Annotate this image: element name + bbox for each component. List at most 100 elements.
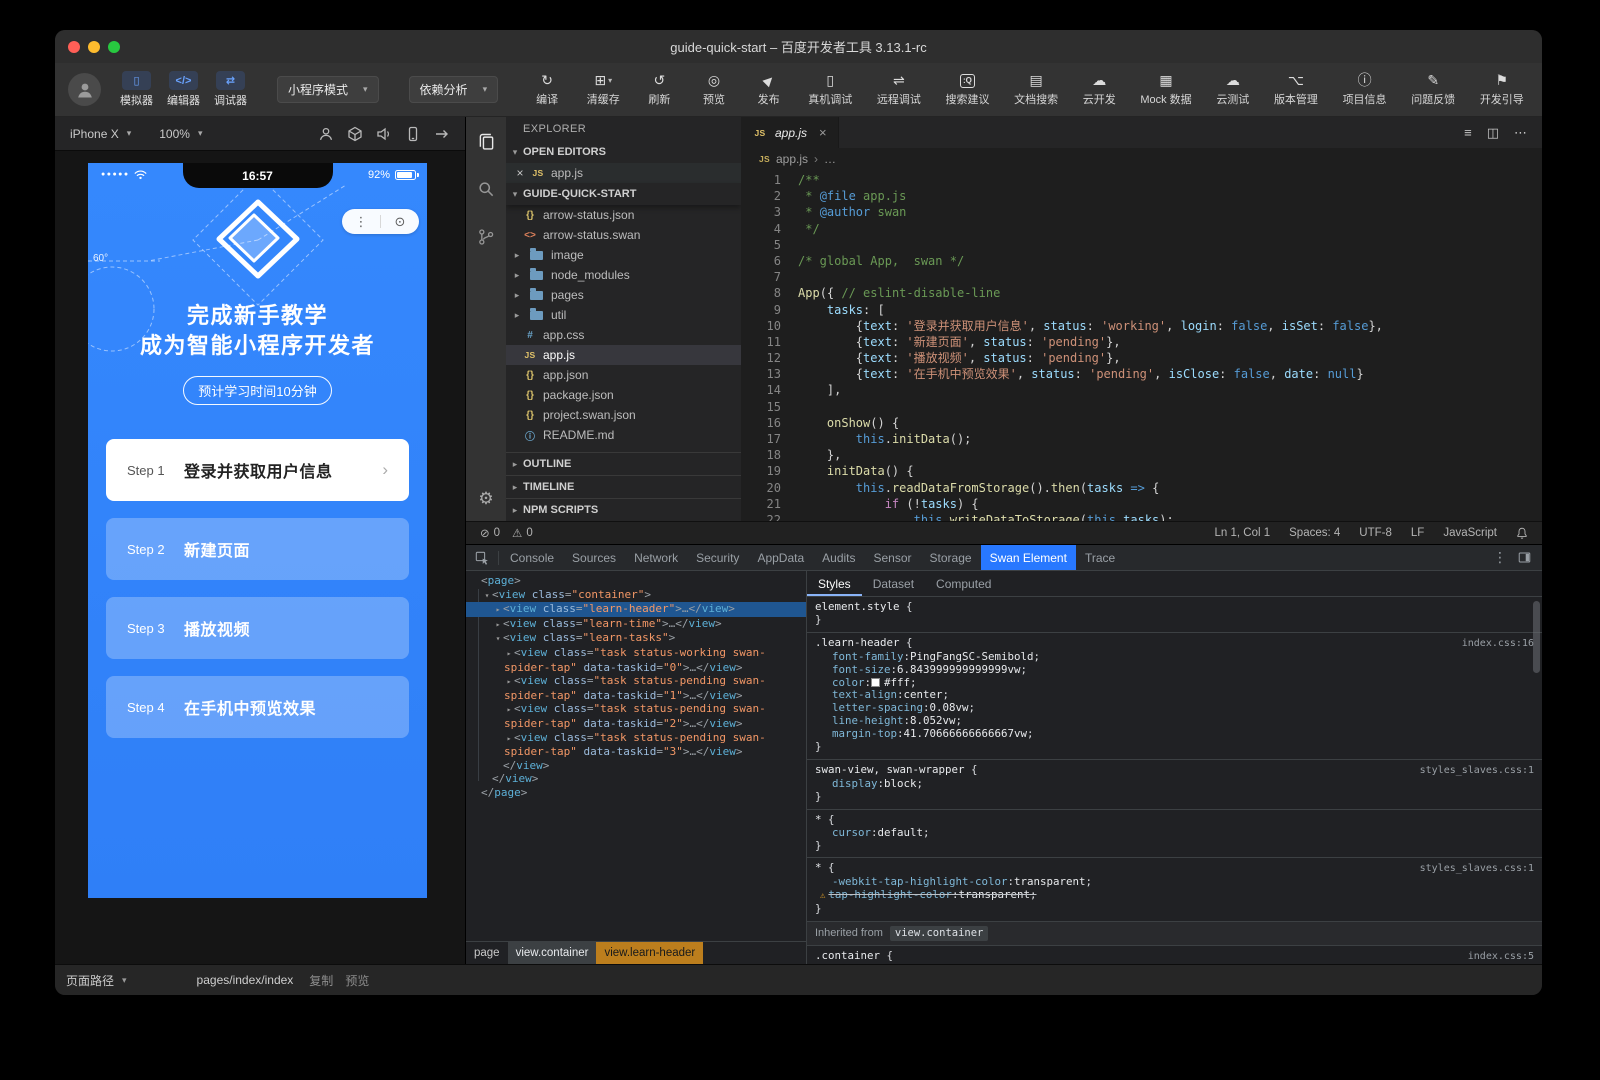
toolbar-action-remote-debug[interactable]: ⇌远程调试 xyxy=(877,72,921,107)
stylesheet-link[interactable]: styles_slaves.css:1 xyxy=(1410,765,1534,778)
dom-tree-row[interactable]: ▸<view class="task status-pending swan-s… xyxy=(466,674,806,702)
capsule-close-button[interactable]: ⊙ xyxy=(381,215,419,228)
file-item-app-json[interactable]: {}app.json xyxy=(506,365,741,385)
toggle-editor[interactable]: </>编辑器 xyxy=(167,71,200,108)
step-card-1[interactable]: Step 1登录并获取用户信息› xyxy=(106,439,409,501)
close-window-button[interactable] xyxy=(68,41,80,53)
devtools-tab-network[interactable]: Network xyxy=(625,545,687,570)
folder-item-node-modules[interactable]: ▸node_modules xyxy=(506,265,741,285)
device-select[interactable]: iPhone X ▾ xyxy=(70,127,131,141)
dom-tree-row[interactable]: ▸<view class="task status-pending swan-s… xyxy=(466,702,806,730)
problems-errors[interactable]: ⊘ 0 xyxy=(480,526,500,540)
css-property-row[interactable]: cursor:default; xyxy=(815,827,1534,840)
problems-warnings[interactable]: ⚠ 0 xyxy=(512,526,533,540)
dom-tree-row[interactable]: ▾<view class="learn-tasks"> xyxy=(466,631,806,646)
minimize-window-button[interactable] xyxy=(88,41,100,53)
file-item-readme-md[interactable]: ⓘREADME.md xyxy=(506,425,741,445)
devtools-tab-console[interactable]: Console xyxy=(501,545,563,570)
devtools-tab-security[interactable]: Security xyxy=(687,545,748,570)
toolbar-action-cloud-dev[interactable]: ☁云开发 xyxy=(1083,72,1116,107)
toolbar-action-feedback[interactable]: ✎问题反馈 xyxy=(1411,72,1455,107)
toolbar-action-cache[interactable]: ⊞▾清缓存 xyxy=(587,72,620,107)
css-property-row[interactable]: font-size:6.843999999999999vw; xyxy=(815,664,1534,677)
sidebar-section-outline[interactable]: ▸OUTLINE xyxy=(506,452,741,475)
toolbar-dropdown-1[interactable]: 依赖分析▾ xyxy=(409,76,499,103)
split-editor-icon[interactable]: ◫ xyxy=(1487,125,1499,141)
css-selector[interactable]: * { xyxy=(815,862,835,875)
toolbar-action-cloud-test[interactable]: ☁云测试 xyxy=(1216,72,1249,107)
toolbar-action-device-debug[interactable]: ▯真机调试 xyxy=(808,72,852,107)
elements-breadcrumb-item[interactable]: page xyxy=(466,942,508,964)
sidebar-section-timeline[interactable]: ▸TIMELINE xyxy=(506,475,741,498)
file-item-app-js[interactable]: JSapp.js xyxy=(506,345,741,365)
open-arrow-icon[interactable] xyxy=(434,126,450,142)
css-property-row[interactable]: ⚠tap-highlight-color:transparent; xyxy=(815,889,1534,903)
dom-tree-row[interactable]: </view> xyxy=(466,772,806,786)
step-card-3[interactable]: Step 3播放视频 xyxy=(106,597,409,659)
file-item-package-json[interactable]: {}package.json xyxy=(506,385,741,405)
kebab-menu-icon[interactable]: ⋮ xyxy=(1493,549,1507,566)
editor-tab-appjs[interactable]: JS app.js × xyxy=(741,117,839,148)
toolbar-action-publish[interactable]: ▶发布 xyxy=(754,72,784,107)
close-icon[interactable]: × xyxy=(515,166,525,180)
devtools-tab-sources[interactable]: Sources xyxy=(563,545,625,570)
dom-tree-row[interactable]: ▸<view class="learn-time">…</view> xyxy=(466,617,806,632)
file-item-app-css[interactable]: #app.css xyxy=(506,325,741,345)
close-icon[interactable]: × xyxy=(819,125,827,140)
scrollbar-thumb[interactable] xyxy=(1533,601,1540,673)
devtools-tab-trace[interactable]: Trace xyxy=(1076,545,1124,570)
dom-tree-row[interactable]: ▸<view class="task status-working swan-s… xyxy=(466,646,806,674)
css-property-row[interactable]: display:block; xyxy=(815,778,1534,791)
layout-icon[interactable]: ≡ xyxy=(1464,125,1472,140)
css-selector[interactable]: element.style { xyxy=(815,601,913,614)
css-selector[interactable]: .container { xyxy=(815,950,893,963)
sidebar-section-npm-scripts[interactable]: ▸NPM SCRIPTS xyxy=(506,498,741,521)
editor-breadcrumb[interactable]: JS app.js › … xyxy=(741,148,1542,170)
user-avatar[interactable] xyxy=(68,73,101,106)
dom-tree-row[interactable]: ▸<view class="task status-pending swan-s… xyxy=(466,731,806,759)
toolbar-action-mock-data[interactable]: ▦Mock 数据 xyxy=(1140,72,1191,107)
css-property-row[interactable]: margin-top:41.70666666666667vw; xyxy=(815,728,1534,741)
folder-item-util[interactable]: ▸util xyxy=(506,305,741,325)
sound-icon[interactable] xyxy=(376,126,392,142)
inherited-from-node[interactable]: view.container xyxy=(890,926,989,941)
file-item-arrow-status-json[interactable]: {}arrow-status.json xyxy=(506,205,741,225)
copy-path-button[interactable]: 复制 xyxy=(309,972,333,989)
device-icon[interactable] xyxy=(405,126,421,142)
cube-icon[interactable] xyxy=(347,126,363,142)
page-path-label[interactable]: 页面路径 xyxy=(66,972,114,989)
styles-tab-dataset[interactable]: Dataset xyxy=(862,571,925,596)
chevron-down-icon[interactable]: ▾ xyxy=(122,975,127,986)
encoding-setting[interactable]: UTF-8 xyxy=(1359,527,1392,539)
elements-breadcrumb-item[interactable]: view.learn-header xyxy=(596,942,703,964)
open-editors-header[interactable]: ▾ OPEN EDITORS xyxy=(506,141,741,163)
open-editor-item[interactable]: × JS app.js xyxy=(506,163,741,183)
more-actions-icon[interactable]: ⋯ xyxy=(1514,125,1527,141)
account-icon[interactable] xyxy=(318,126,334,142)
code-editor[interactable]: 12345678910111213141516171819202122 /** … xyxy=(741,170,1542,521)
eol-setting[interactable]: LF xyxy=(1411,527,1424,539)
css-selector[interactable]: swan-view, swan-wrapper { xyxy=(815,764,978,777)
explorer-activity-icon[interactable] xyxy=(474,129,498,153)
toolbar-action-refresh[interactable]: ↺刷新 xyxy=(644,72,674,107)
stylesheet-link[interactable]: index.css:5 xyxy=(1458,951,1534,964)
toggle-simulator[interactable]: ▯模拟器 xyxy=(120,71,153,108)
dom-tree-row[interactable]: ▸<view class="learn-header">…</view> xyxy=(466,602,806,617)
devtools-tab-audits[interactable]: Audits xyxy=(813,545,864,570)
toolbar-action-doc-search[interactable]: ▤文档搜索 xyxy=(1014,72,1058,107)
cursor-position[interactable]: Ln 1, Col 1 xyxy=(1215,527,1271,539)
step-card-2[interactable]: Step 2新建页面 xyxy=(106,518,409,580)
toolbar-action-preview[interactable]: ◎预览 xyxy=(699,72,729,107)
project-folder-header[interactable]: ▾ GUIDE-QUICK-START xyxy=(506,183,741,205)
folder-item-image[interactable]: ▸image xyxy=(506,245,741,265)
inspect-element-icon[interactable] xyxy=(466,551,498,565)
css-selector[interactable]: .learn-header { xyxy=(815,637,913,650)
notifications-bell-icon[interactable] xyxy=(1516,527,1528,540)
dom-tree-row[interactable]: <page> xyxy=(466,574,806,588)
language-mode[interactable]: JavaScript xyxy=(1443,527,1497,539)
devtools-tab-appdata[interactable]: AppData xyxy=(748,545,813,570)
settings-gear-icon[interactable]: ⚙ xyxy=(478,489,493,509)
toolbar-action-version[interactable]: ⌥版本管理 xyxy=(1274,72,1318,107)
toolbar-action-project-info[interactable]: ⓘ项目信息 xyxy=(1343,72,1387,107)
devtools-tab-storage[interactable]: Storage xyxy=(921,545,981,570)
